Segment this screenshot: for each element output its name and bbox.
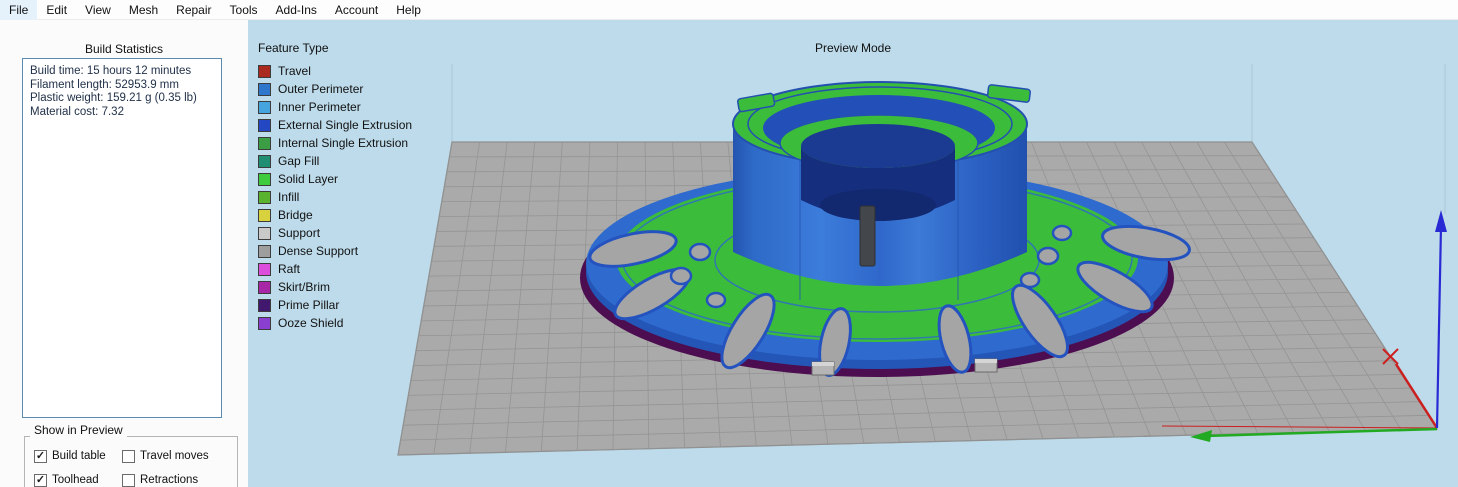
menu-item-account[interactable]: Account [326,0,387,20]
menu-item-repair[interactable]: Repair [167,0,220,20]
checkbox-build-table[interactable]: ✓ Build table [34,448,122,464]
hub-bore-top [801,124,955,168]
legend-color-swatch [258,298,271,312]
hub-key-slot [859,205,876,267]
legend-item-label: Infill [278,190,300,204]
feature-type-title: Feature Type [258,41,329,55]
checkbox-box[interactable] [122,449,135,463]
legend-color-swatch [258,316,271,330]
checkbox-label: Travel moves [140,450,209,462]
legend-item-label: Raft [278,262,301,276]
application-window: File Edit View Mesh Repair Tools Add-Ins Accoun… [0,0,1458,487]
legend-item-ooze-shield: Ooze Shield [258,314,412,332]
legend-color-swatch [258,64,271,78]
legend-item-label: Inner Perimeter [278,100,361,114]
stat-line: Material cost: 7.32 [30,105,124,118]
legend-item-label: Internal Single Extrusion [278,136,409,150]
checkbox-label: Retractions [140,474,199,486]
stat-line: Filament length: 52953.9 mm [30,78,179,91]
legend-item-bridge: Bridge [258,206,412,224]
legend-color-swatch [258,136,271,150]
legend-color-swatch [258,82,271,96]
legend-item-label: Gap Fill [278,154,320,168]
stat-line: Build time: 15 hours 12 minutes [30,65,192,77]
build-statistics-box: Build time: 15 hours 12 minutes Filament … [22,58,222,418]
legend-color-swatch [258,208,271,222]
legend-item-solid-layer: Solid Layer [258,170,412,188]
legend-item-infill: Infill [258,188,412,206]
show-in-preview-label: Show in Preview [30,423,127,437]
legend-color-swatch [258,262,271,276]
legend-item-skirt-brim: Skirt/Brim [258,278,412,296]
legend-color-swatch [258,100,271,114]
legend-item-gap-fill: Gap Fill [258,152,412,170]
legend-color-swatch [258,118,271,132]
show-in-preview-checkboxes: ✓ Build table Travel moves ✓ Toolhead Retract… [34,448,238,487]
hub-bore-bottom [820,189,936,221]
legend-item-support: Support [258,224,412,242]
legend-color-swatch [258,172,271,186]
left-panel: Build Statistics Build time: 15 hours 12… [0,20,248,487]
legend-item-label: Bridge [278,208,313,222]
legend-item-label: Outer Perimeter [278,82,364,96]
z-axis-line [1435,225,1443,429]
legend-color-swatch [258,244,271,258]
legend-color-swatch [258,280,271,294]
legend-item-external-single-extrusion: External Single Extrusion [258,116,412,134]
checkbox-label: Toolhead [52,474,99,486]
legend-color-swatch [258,154,271,168]
legend-item-outer-perimeter: Outer Perimeter [258,80,412,98]
legend-item-label: Ooze Shield [278,316,344,330]
checkbox-box[interactable]: ✓ [34,473,47,487]
menu-item-view[interactable]: View [76,0,120,20]
checkbox-travel-moves[interactable]: Travel moves [122,448,238,464]
legend-item-label: External Single Extrusion [278,118,413,132]
legend-item-label: Support [278,226,321,240]
preview-viewport[interactable]: Preview Mode Feature Type Travel Outer Pe… [248,20,1458,487]
menu-item-file[interactable]: File [0,0,38,20]
checkbox-box[interactable]: ✓ [34,449,47,463]
spool-model [580,81,1191,377]
legend-item-label: Prime Pillar [278,298,340,312]
legend-item-label: Solid Layer [278,172,339,186]
legend-item-label: Travel [278,64,311,78]
legend-item-inner-perimeter: Inner Perimeter [258,98,412,116]
legend-color-swatch [258,226,271,240]
legend-item-prime-pillar: Prime Pillar [258,296,412,314]
checkbox-label: Build table [52,450,106,462]
checkbox-box[interactable] [122,473,135,487]
legend-item-internal-single-extrusion: Internal Single Extrusion [258,134,412,152]
build-statistics-title: Build Statistics [84,42,164,56]
menu-item-mesh[interactable]: Mesh [120,0,167,20]
3d-scene[interactable] [248,20,1458,487]
legend-color-swatch [258,190,271,204]
menu-item-help[interactable]: Help [387,0,430,20]
legend-item-label: Skirt/Brim [278,280,330,294]
menu-item-add-ins[interactable]: Add-Ins [267,0,326,20]
legend-item-raft: Raft [258,260,412,278]
checkbox-toolhead[interactable]: ✓ Toolhead [34,472,122,487]
menu-item-tools[interactable]: Tools [221,0,267,20]
legend-item-travel: Travel [258,62,412,80]
checkbox-retractions[interactable]: Retractions [122,472,238,487]
stat-line: Plastic weight: 159.21 g (0.35 lb) [30,92,197,104]
menu-bar: File Edit View Mesh Repair Tools Add-Ins Accoun… [0,0,1458,20]
legend-item-dense-support: Dense Support [258,242,412,260]
feature-type-legend: Feature Type Travel Outer Perimeter Inner … [258,41,412,332]
menu-item-edit[interactable]: Edit [37,0,76,20]
legend-item-label: Dense Support [278,244,359,258]
